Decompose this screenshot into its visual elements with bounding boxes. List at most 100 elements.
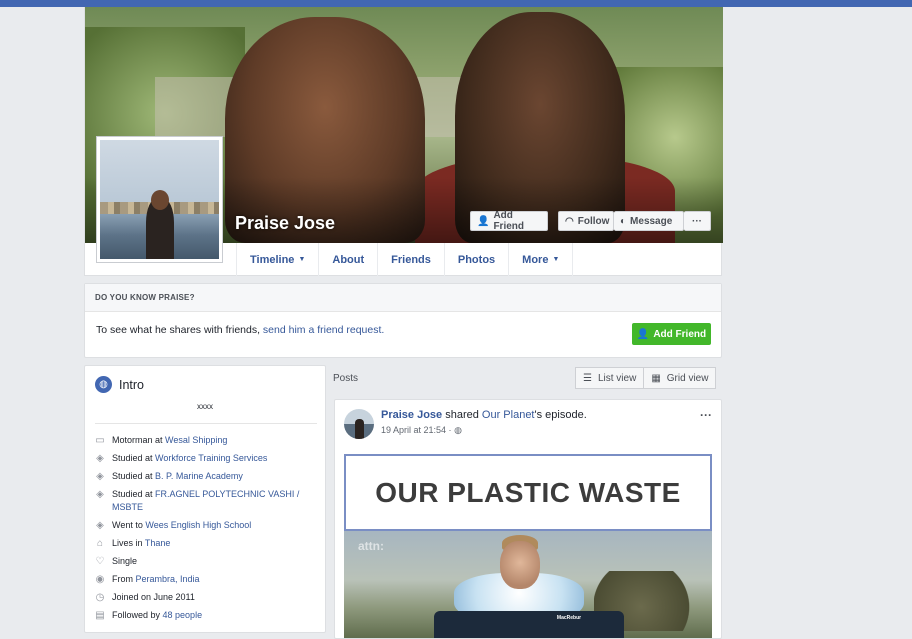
intro-item-link[interactable]: B. P. Marine Academy <box>155 471 243 481</box>
profile-tabs: Timeline ▼ About Friends Photos More ▼ <box>236 243 574 276</box>
ellipsis-icon: ··· <box>692 215 702 227</box>
post-author-avatar[interactable] <box>344 409 374 439</box>
post-action-text: shared <box>442 409 482 421</box>
intro-item-text: Single <box>112 555 137 568</box>
post-page-link[interactable]: Our Planet <box>482 409 535 421</box>
followers-icon: ▤ <box>95 610 105 621</box>
intro-divider <box>95 423 317 424</box>
intro-details: ▭ Motorman at Wesal Shipping ◈ Studied at W… <box>94 434 319 627</box>
video-title-banner[interactable]: OUR PLASTIC WASTE <box>344 454 712 531</box>
intro-item-text: Studied at B. P. Marine Academy <box>112 470 243 483</box>
grid-view-label: Grid view <box>666 372 709 384</box>
send-friend-request-link[interactable]: send him a friend request. <box>263 324 384 336</box>
profile-name[interactable]: Praise Jose <box>235 213 335 234</box>
graduation-cap-icon: ◈ <box>96 453 104 464</box>
grid-view-button[interactable]: ▦ Grid view <box>644 367 717 389</box>
home-icon: ⌂ <box>96 538 104 549</box>
intro-item-text: Followed by 48 people <box>112 609 202 622</box>
add-friend-green-button[interactable]: 👤 Add Friend <box>632 323 711 345</box>
intro-item-link[interactable]: Perambra, India <box>136 574 200 584</box>
tab-photos[interactable]: Photos <box>445 243 510 276</box>
know-box-header: DO YOU KNOW PRAISE? <box>85 284 721 312</box>
more-options-button[interactable]: ··· <box>684 211 711 231</box>
graduation-cap-icon: ◈ <box>96 471 104 482</box>
tab-about[interactable]: About <box>319 243 379 276</box>
messenger-icon: ◐ <box>620 215 627 227</box>
intro-item: ◈ Studied at B. P. Marine Academy <box>94 470 319 483</box>
post-time-text: 19 April at 21:54 · <box>381 425 452 435</box>
video-watermark: attn: <box>358 539 384 553</box>
intro-item-prefix: Studied at <box>112 489 156 499</box>
intro-item-text: Went to Wees English High School <box>112 519 251 532</box>
add-friend-icon: 👤 <box>636 328 650 340</box>
message-button[interactable]: ◐ Message <box>614 211 684 231</box>
post-card: Praise Jose shared Our Planet's episode.… <box>334 399 722 639</box>
follow-button[interactable]: ◠ Follow <box>558 211 614 231</box>
heart-icon: ♡ <box>95 556 105 567</box>
grid-icon: ▦ <box>651 372 661 384</box>
post-timestamp[interactable]: 19 April at 21:54 · ◍ <box>381 425 462 436</box>
message-label: Message <box>630 215 673 227</box>
post-header-line: Praise Jose shared Our Planet's episode. <box>381 409 587 421</box>
list-view-button[interactable]: ☰ List view <box>575 367 645 389</box>
intro-item: ◈ Went to Wees English High School <box>94 519 319 532</box>
intro-item-link[interactable]: Workforce Training Services <box>155 453 267 463</box>
tab-more[interactable]: More ▼ <box>509 243 574 276</box>
intro-item-link[interactable]: Thane <box>145 538 171 548</box>
intro-item-text: Studied at Workforce Training Services <box>112 452 267 465</box>
tab-about-label: About <box>332 253 365 266</box>
post-options-icon[interactable]: ··· <box>700 408 712 422</box>
intro-item-text: Lives in Thane <box>112 537 170 550</box>
tab-timeline[interactable]: Timeline ▼ <box>237 243 320 276</box>
intro-title: Intro <box>119 377 145 392</box>
intro-item-prefix: Motorman at <box>112 435 166 445</box>
profile-picture-image <box>100 140 219 259</box>
intro-item: ◷ Joined on June 2011 <box>94 591 319 604</box>
top-bar <box>0 0 912 7</box>
clock-icon: ◷ <box>95 592 105 603</box>
intro-bio: xxxx <box>197 402 213 411</box>
briefcase-icon: ▭ <box>95 435 105 446</box>
intro-item-prefix: Joined on June 2011 <box>112 592 195 602</box>
post-suffix-text: 's episode. <box>534 409 587 421</box>
intro-item-link[interactable]: Wees English High School <box>145 520 251 530</box>
intro-item-text: Joined on June 2011 <box>112 591 195 604</box>
video-person <box>500 541 540 589</box>
intro-item-prefix: Went to <box>112 520 146 530</box>
view-toggle: ☰ List view ▦ Grid view <box>575 367 717 389</box>
know-box-text: To see what he shares with friends, send… <box>96 324 384 336</box>
post-author-link[interactable]: Praise Jose <box>381 409 442 421</box>
intro-item-link[interactable]: Wesal Shipping <box>165 435 227 445</box>
posts-label: Posts <box>333 373 359 384</box>
intro-item-link[interactable]: 48 people <box>163 610 203 620</box>
intro-item: ▭ Motorman at Wesal Shipping <box>94 434 319 447</box>
know-box: DO YOU KNOW PRAISE? To see what he share… <box>84 283 722 358</box>
add-friend-button[interactable]: 👤 Add Friend <box>470 210 548 232</box>
profile-picture[interactable] <box>96 136 223 263</box>
intro-item-prefix: Studied at <box>112 453 156 463</box>
intro-item-text: From Perambra, India <box>112 573 200 586</box>
video-thumbnail[interactable]: attn: MacRebur <box>344 531 712 638</box>
list-icon: ☰ <box>583 372 592 384</box>
follow-label: Follow <box>577 215 610 227</box>
tab-friends[interactable]: Friends <box>378 243 445 276</box>
intro-item-prefix: Studied at <box>112 471 156 481</box>
intro-item: ◈ Studied at Workforce Training Services <box>94 452 319 465</box>
tab-photos-label: Photos <box>457 253 496 266</box>
intro-item-text: Motorman at Wesal Shipping <box>112 434 227 447</box>
caret-down-icon: ▼ <box>552 256 560 263</box>
intro-item: ♡ Single <box>94 555 319 568</box>
intro-item: ◈ Studied at FR.AGNEL POLYTECHNIC VASHI /… <box>94 488 319 514</box>
profile-picture-head <box>151 190 169 210</box>
location-pin-icon: ◉ <box>95 574 105 585</box>
tab-friends-label: Friends <box>391 253 431 266</box>
know-box-message: To see what he shares with friends, <box>96 324 263 336</box>
public-globe-icon: ◍ <box>454 425 462 435</box>
video-bin <box>434 611 624 638</box>
intro-item-text: Studied at FR.AGNEL POLYTECHNIC VASHI / … <box>112 488 319 514</box>
intro-item-prefix: Followed by <box>112 610 163 620</box>
intro-item: ▤ Followed by 48 people <box>94 609 319 622</box>
rss-icon: ◠ <box>565 215 574 227</box>
caret-down-icon: ▼ <box>298 256 306 263</box>
globe-icon: ◍ <box>95 376 112 393</box>
